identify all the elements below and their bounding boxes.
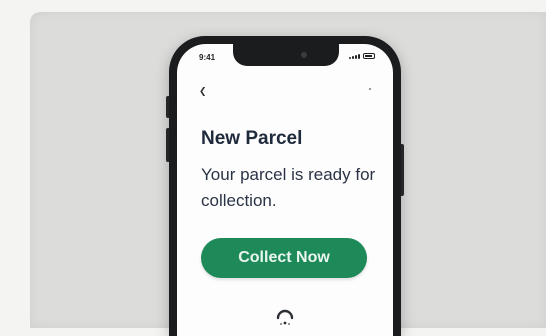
signal-icon: [349, 54, 360, 59]
menu-dot-icon: [369, 88, 371, 90]
phone-frame: 9:41 ❮ New Parcel Your parcel is ready f…: [169, 36, 401, 336]
notification-message: Your parcel is ready for collection.: [201, 165, 376, 210]
loading-spinner-icon: [276, 309, 294, 325]
status-bar-icons: [349, 53, 375, 59]
collect-now-button[interactable]: Collect Now: [201, 238, 367, 278]
phone-screen: 9:41 ❮ New Parcel Your parcel is ready f…: [177, 44, 393, 336]
battery-icon: [363, 53, 375, 59]
notification-title: New Parcel: [201, 128, 303, 149]
chevron-left-icon[interactable]: ❮: [199, 86, 207, 97]
front-camera: [301, 52, 307, 58]
status-bar-time: 9:41: [199, 53, 216, 62]
phone-notch: [233, 44, 339, 66]
